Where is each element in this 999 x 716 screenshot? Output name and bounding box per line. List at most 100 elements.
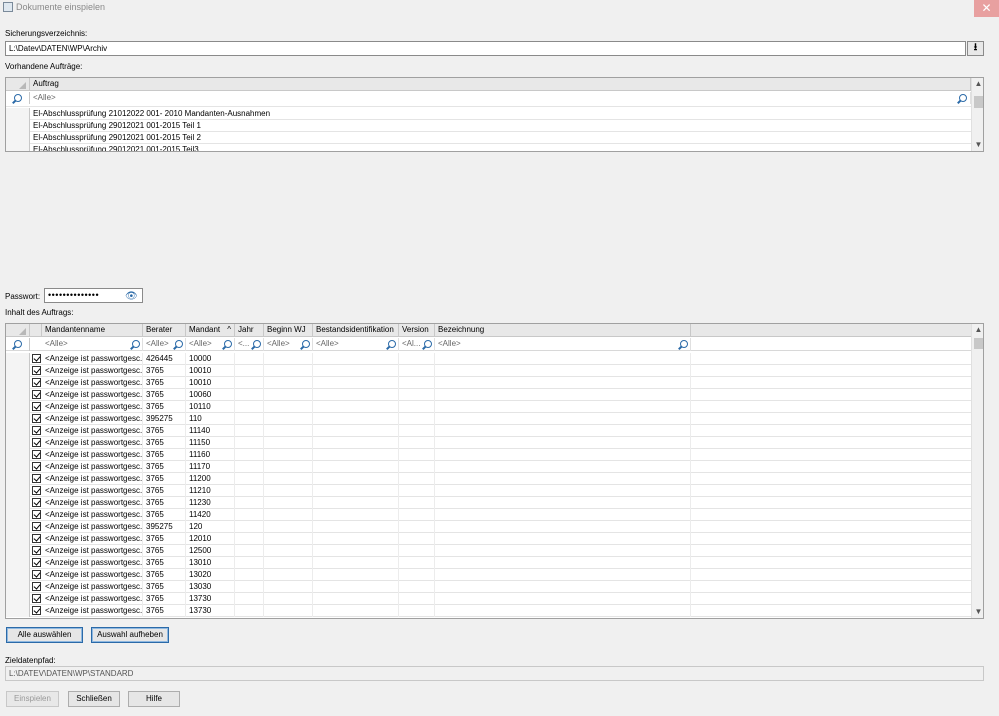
close-window-button[interactable]: ✕ [974, 0, 999, 17]
column-header-check[interactable] [30, 324, 42, 337]
table-row[interactable]: <Anzeige ist passwortgesc... 395275 120 [6, 521, 971, 533]
table-row[interactable]: <Anzeige ist passwortgesc... 3765 13030 [6, 581, 971, 593]
table-row[interactable]: <Anzeige ist passwortgesc... 3765 11150 [6, 437, 971, 449]
row-checkbox[interactable] [32, 450, 41, 459]
column-header-beginn-wj[interactable]: Beginn WJ [264, 324, 313, 337]
row-header[interactable] [6, 389, 30, 401]
row-header[interactable] [6, 449, 30, 461]
column-header-berater[interactable]: Berater [143, 324, 186, 337]
row-checkbox[interactable] [32, 366, 41, 375]
table-row[interactable]: <Anzeige ist passwortgesc... 3765 12010 [6, 533, 971, 545]
row-checkbox[interactable] [32, 426, 41, 435]
table-row[interactable]: <Anzeige ist passwortgesc... 3765 11160 [6, 449, 971, 461]
search-icon[interactable] [959, 94, 967, 102]
table-row[interactable]: <Anzeige ist passwortgesc... 3765 11200 [6, 473, 971, 485]
row-header[interactable] [6, 437, 30, 449]
search-icon[interactable] [680, 340, 688, 348]
content-select-all-corner[interactable] [6, 324, 30, 337]
table-row[interactable]: <Anzeige ist passwortgesc... 3765 11420 [6, 509, 971, 521]
search-icon[interactable] [253, 340, 261, 348]
row-header[interactable] [6, 473, 30, 485]
list-item[interactable]: El-Abschlussprüfung 29012021 001-2015 Te… [6, 120, 971, 132]
import-button[interactable]: Einspielen [6, 691, 59, 707]
close-button[interactable]: Schließen [68, 691, 120, 707]
deselect-button[interactable]: Auswahl aufheben [91, 627, 169, 643]
row-checkbox[interactable] [32, 474, 41, 483]
search-icon[interactable] [132, 340, 140, 348]
row-checkbox[interactable] [32, 498, 41, 507]
list-item[interactable]: El-Abschlussprüfung 29012021 001-2015 Te… [6, 144, 971, 151]
scroll-thumb[interactable] [974, 338, 983, 349]
table-row[interactable]: <Anzeige ist passwortgesc... 3765 11230 [6, 497, 971, 509]
row-checkbox[interactable] [32, 438, 41, 447]
scroll-down-icon[interactable]: ▼ [972, 607, 983, 616]
help-button[interactable]: Hilfe [128, 691, 180, 707]
search-icon[interactable] [175, 340, 183, 348]
scroll-down-icon[interactable]: ▼ [972, 140, 983, 149]
table-row[interactable]: <Anzeige ist passwortgesc... 3765 10010 [6, 377, 971, 389]
content-scrollbar[interactable]: ▲ ▼ [971, 324, 983, 618]
row-checkbox[interactable] [32, 510, 41, 519]
row-header[interactable] [6, 605, 30, 617]
row-header[interactable] [6, 461, 30, 473]
table-row[interactable]: <Anzeige ist passwortgesc... 3765 10010 [6, 365, 971, 377]
table-row[interactable]: <Anzeige ist passwortgesc... 3765 11210 [6, 485, 971, 497]
table-row[interactable]: <Anzeige ist passwortgesc... 3765 12500 [6, 545, 971, 557]
column-header-mandantenname[interactable]: Mandantenname [42, 324, 143, 337]
table-row[interactable]: <Anzeige ist passwortgesc... 3765 13730 [6, 605, 971, 617]
column-header-jahr[interactable]: Jahr [235, 324, 264, 337]
search-icon[interactable] [224, 340, 232, 348]
row-header[interactable] [6, 593, 30, 605]
row-header[interactable] [6, 557, 30, 569]
row-header[interactable] [6, 377, 30, 389]
column-header-bestandsidentifikation[interactable]: Bestandsidentifikation [313, 324, 399, 337]
jobs-select-all-corner[interactable] [6, 78, 30, 91]
search-icon[interactable] [302, 340, 310, 348]
row-header[interactable] [6, 509, 30, 521]
filter-mandantenname[interactable]: <Alle> [42, 338, 143, 351]
filter-bezeichnung[interactable]: <Alle> [435, 338, 691, 351]
column-header-mandant[interactable]: Mandant ^ [186, 324, 235, 337]
table-row[interactable]: <Anzeige ist passwortgesc... 426445 10000 [6, 353, 971, 365]
row-checkbox[interactable] [32, 546, 41, 555]
table-row[interactable]: <Anzeige ist passwortgesc... 395275 110 [6, 413, 971, 425]
table-row[interactable]: <Anzeige ist passwortgesc... 3765 13730 [6, 593, 971, 605]
row-header[interactable] [6, 569, 30, 581]
row-header[interactable] [6, 485, 30, 497]
table-row[interactable]: <Anzeige ist passwortgesc... 3765 10060 [6, 389, 971, 401]
jobs-scrollbar[interactable]: ▲ ▼ [971, 78, 983, 151]
row-checkbox[interactable] [32, 558, 41, 567]
backup-dir-input[interactable]: L:\Datev\DATEN\WP\Archiv [5, 41, 966, 56]
row-checkbox[interactable] [32, 354, 41, 363]
row-header[interactable] [6, 425, 30, 437]
eye-icon[interactable]: 👁 [125, 291, 138, 302]
scroll-up-icon[interactable]: ▲ [972, 79, 983, 88]
row-checkbox[interactable] [32, 582, 41, 591]
column-header-auftrag[interactable]: Auftrag [30, 78, 971, 91]
row-header[interactable] [6, 581, 30, 593]
list-item[interactable]: El-Abschlussprüfung 21012022 001- 2010 M… [6, 108, 971, 120]
table-row[interactable]: <Anzeige ist passwortgesc... 3765 13020 [6, 569, 971, 581]
scroll-up-icon[interactable]: ▲ [972, 325, 983, 334]
table-row[interactable]: <Anzeige ist passwortgesc... 3765 13010 [6, 557, 971, 569]
row-checkbox[interactable] [32, 534, 41, 543]
row-checkbox[interactable] [32, 522, 41, 531]
table-row[interactable]: <Anzeige ist passwortgesc... 3765 10110 [6, 401, 971, 413]
row-checkbox[interactable] [32, 462, 41, 471]
search-icon[interactable] [388, 340, 396, 348]
search-icon[interactable] [424, 340, 432, 348]
row-checkbox[interactable] [32, 606, 41, 615]
column-header-version[interactable]: Version [399, 324, 435, 337]
row-header[interactable] [6, 365, 30, 377]
table-row[interactable]: <Anzeige ist passwortgesc... 3765 11170 [6, 461, 971, 473]
row-header[interactable] [6, 521, 30, 533]
table-row[interactable]: <Anzeige ist passwortgesc... 3765 11140 [6, 425, 971, 437]
select-all-button[interactable]: Alle auswählen [6, 627, 83, 643]
list-item[interactable]: El-Abschlussprüfung 29012021 001-2015 Te… [6, 132, 971, 144]
column-header-bezeichnung[interactable]: Bezeichnung [435, 324, 691, 337]
row-checkbox[interactable] [32, 402, 41, 411]
row-header[interactable] [6, 401, 30, 413]
row-checkbox[interactable] [32, 570, 41, 579]
download-icon[interactable]: ⭳ [967, 41, 984, 56]
row-header[interactable] [6, 413, 30, 425]
